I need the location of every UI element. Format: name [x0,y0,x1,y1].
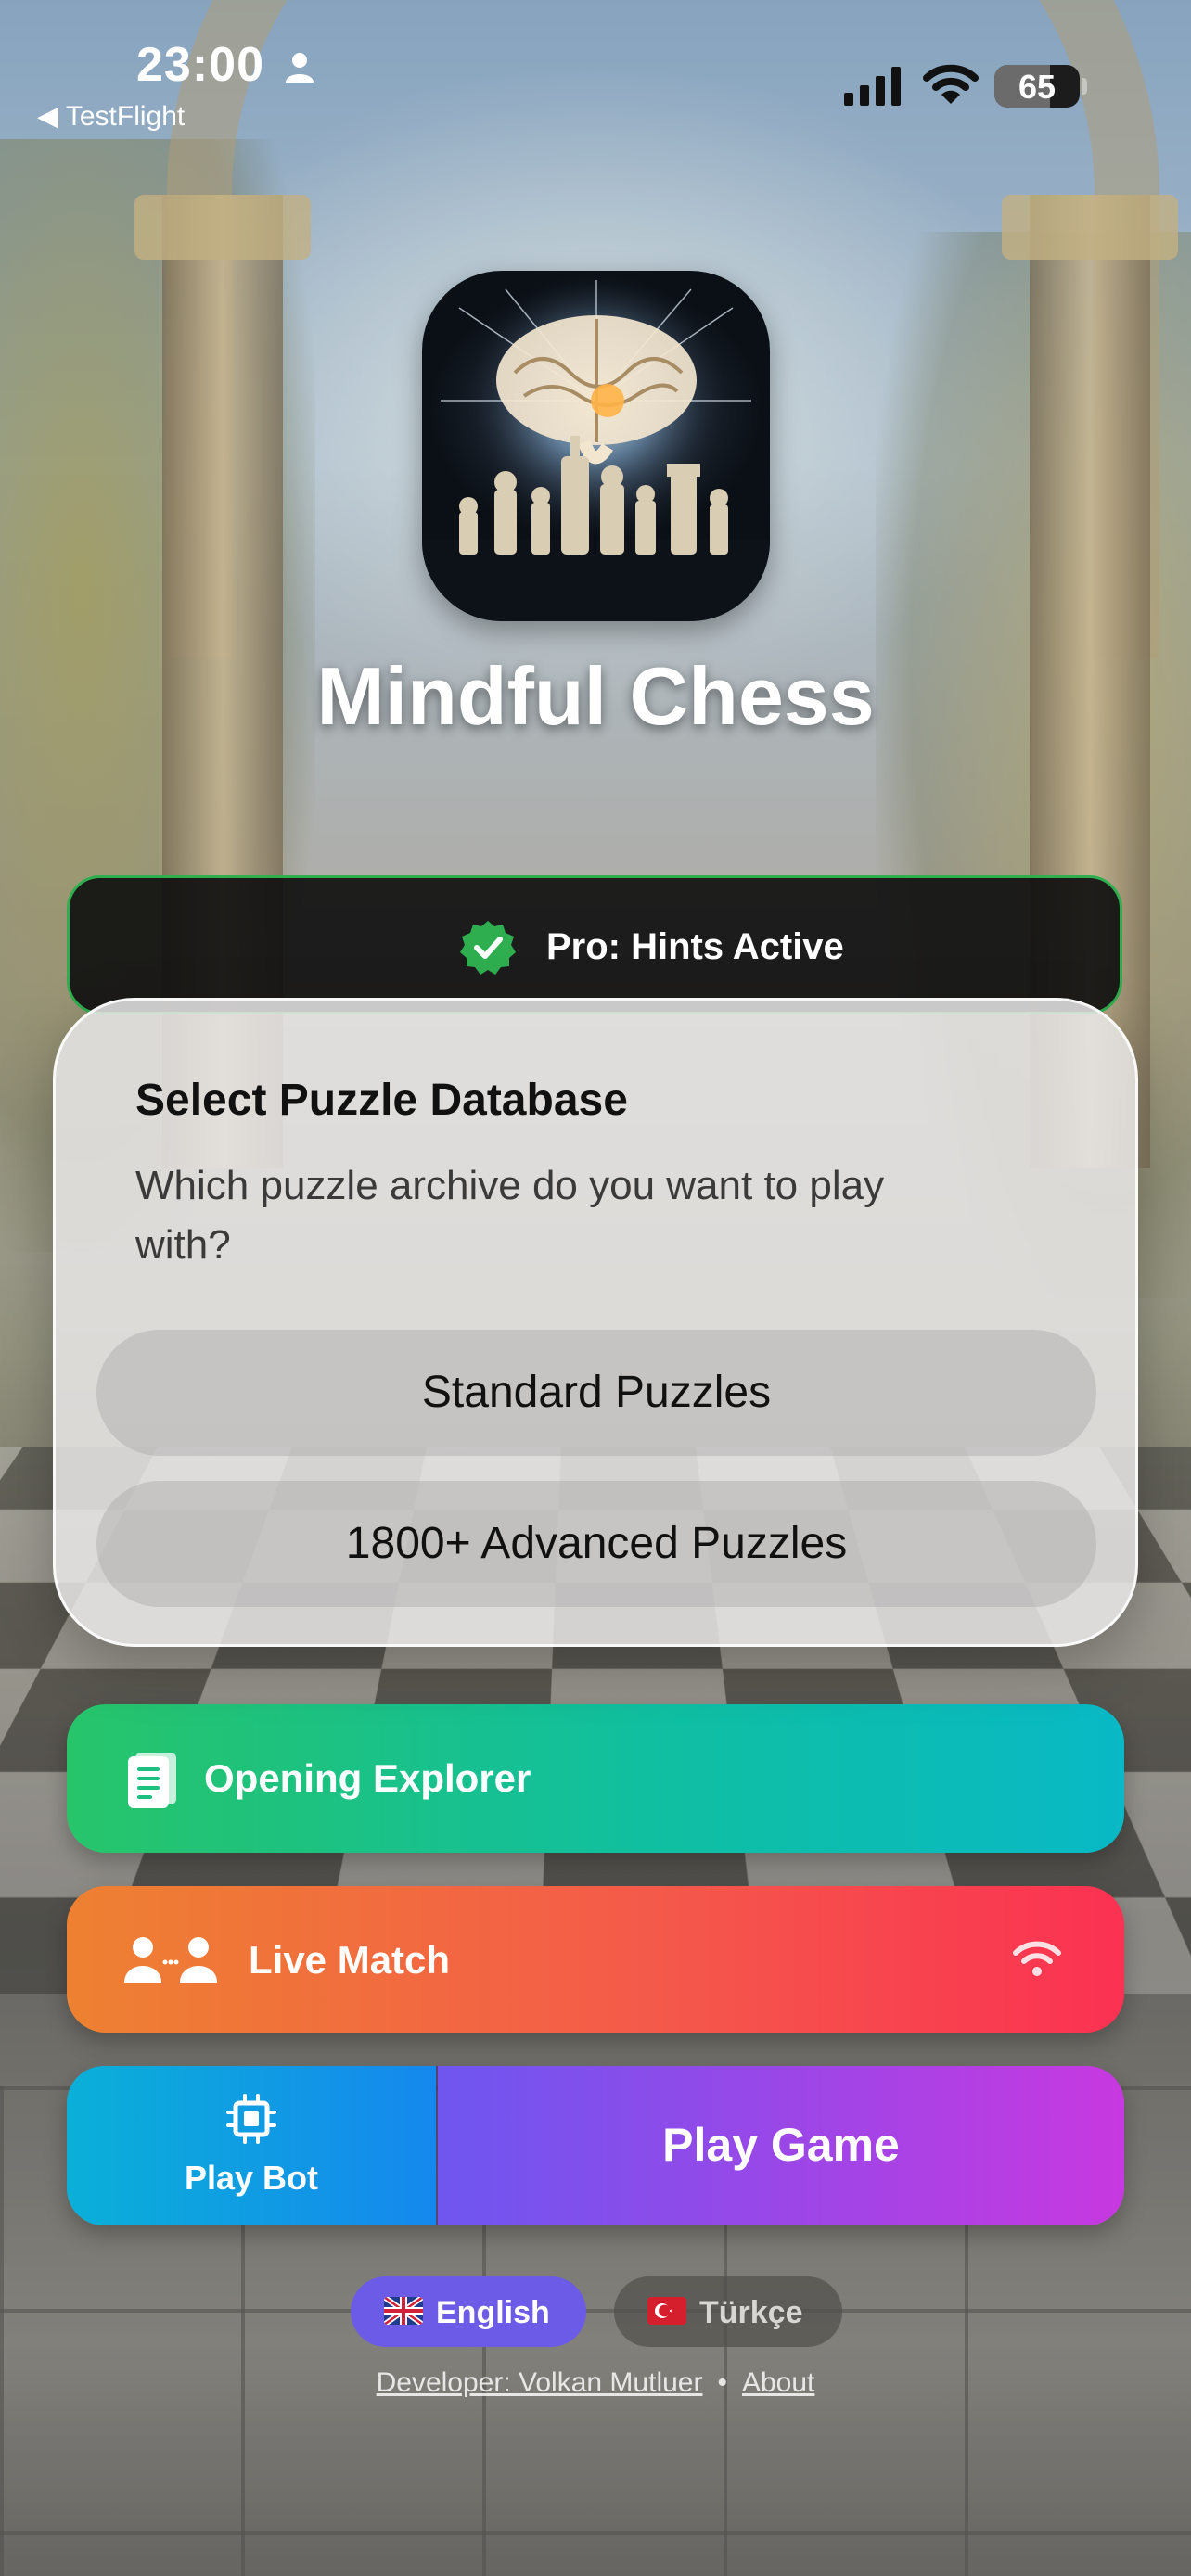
play-bot-button[interactable]: Play Bot [67,2066,436,2225]
uk-flag-icon [384,2297,423,2325]
book-icon [128,1753,176,1808]
app-title: Mindful Chess [316,650,875,742]
opening-explorer-label: Opening Explorer [204,1756,531,1800]
footer-separator: • [717,2367,727,2398]
back-to-testflight-link[interactable]: ◀ TestFlight [37,100,185,133]
checkmark-seal-icon [460,921,516,975]
pro-status-label: Pro: Hints Active [546,926,844,967]
language-turkish-label: Türkçe [699,2295,803,2330]
play-game-label: Play Game [662,2119,900,2171]
puzzle-database-dialog: Select Puzzle Database Which puzzle arch… [53,998,1138,1647]
language-english-label: English [436,2295,550,2330]
play-bot-label: Play Bot [184,2159,319,2197]
pro-status-bar: Pro: Hints Active [67,875,1122,1014]
language-english-button[interactable]: English [351,2276,586,2347]
battery-percent: 65 [1018,68,1057,106]
chip-icon [226,2094,276,2144]
cellular-signal-icon [844,67,901,106]
dialog-message: Which puzzle archive do you want to play… [135,1163,885,1268]
turkey-flag-icon [647,2297,686,2325]
play-actions: Play Bot Play Game [67,2066,1124,2225]
wifi-icon [923,64,979,104]
battery-nub [1082,78,1087,95]
app-logo [422,271,770,621]
live-match-label: Live Match [249,1938,451,1982]
people-icon [124,1937,217,1983]
dialog-title: Select Puzzle Database [135,1076,628,1125]
wifi-icon [1013,1941,1061,1976]
battery-indicator: 65 [994,65,1080,108]
live-match-button[interactable]: Live Match [67,1886,1124,2033]
developer-link[interactable]: Developer: Volkan Mutluer [377,2367,703,2398]
about-link[interactable]: About [742,2367,814,2398]
play-game-button[interactable]: Play Game [438,2066,1124,2225]
language-turkish-button[interactable]: Türkçe [614,2276,842,2347]
status-time: 23:00 [136,38,264,92]
standard-puzzles-button[interactable]: Standard Puzzles [96,1330,1096,1456]
person-icon [286,53,314,83]
advanced-puzzles-button[interactable]: 1800+ Advanced Puzzles [96,1481,1096,1607]
opening-explorer-button[interactable]: Opening Explorer [67,1704,1124,1853]
footer-links: Developer: Volkan Mutluer • About [0,2367,1191,2399]
